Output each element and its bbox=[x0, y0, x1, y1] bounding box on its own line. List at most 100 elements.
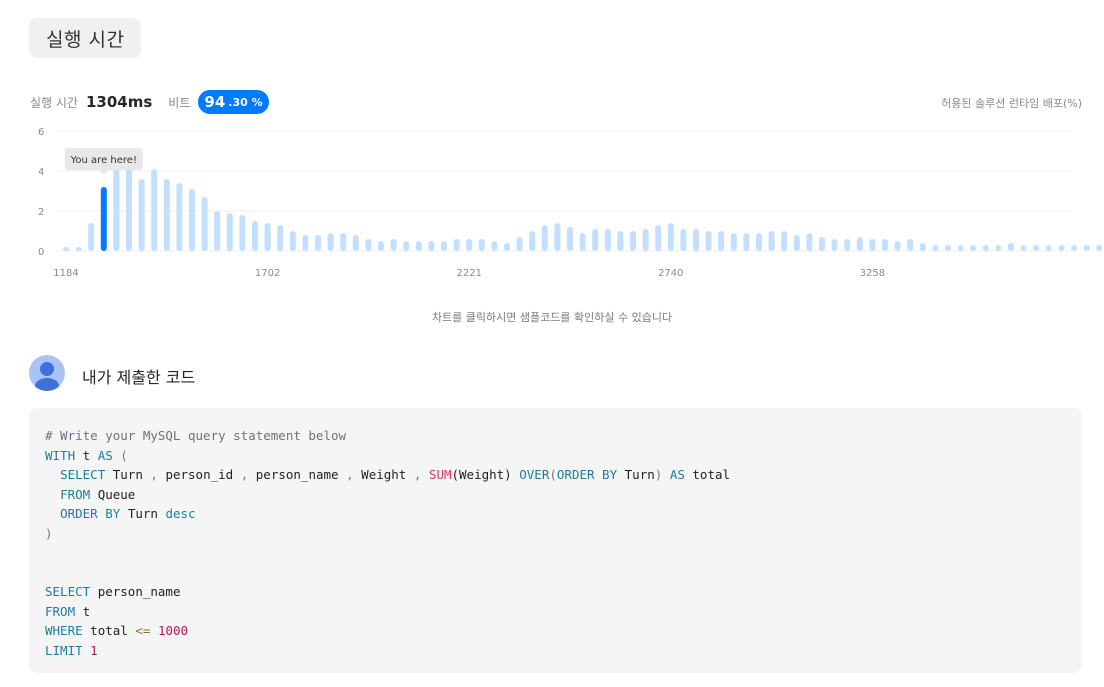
bar[interactable] bbox=[75, 247, 82, 251]
bar[interactable] bbox=[970, 245, 977, 251]
bar[interactable] bbox=[693, 229, 699, 251]
bar[interactable] bbox=[88, 223, 95, 251]
bar[interactable] bbox=[793, 235, 800, 251]
bar[interactable] bbox=[819, 237, 825, 251]
bar[interactable] bbox=[302, 235, 309, 251]
bar[interactable] bbox=[882, 239, 888, 251]
bar[interactable] bbox=[189, 189, 195, 251]
bar[interactable] bbox=[806, 233, 813, 251]
bar[interactable] bbox=[655, 225, 662, 251]
bar[interactable] bbox=[176, 183, 183, 251]
bar[interactable] bbox=[289, 231, 296, 251]
bar[interactable] bbox=[957, 245, 964, 251]
bar[interactable] bbox=[441, 241, 447, 251]
bar[interactable] bbox=[390, 239, 397, 251]
bar[interactable] bbox=[642, 229, 649, 251]
bar[interactable] bbox=[768, 231, 775, 251]
x-tick-label: 2740 bbox=[658, 268, 683, 279]
bar[interactable] bbox=[239, 215, 246, 251]
bar[interactable] bbox=[1008, 243, 1014, 251]
code-block[interactable]: # Write your MySQL query statement below… bbox=[29, 408, 1082, 673]
kw-as: AS bbox=[97, 447, 113, 463]
bar[interactable] bbox=[705, 231, 712, 251]
bar[interactable] bbox=[831, 239, 838, 251]
bar[interactable] bbox=[1020, 245, 1027, 251]
bar[interactable] bbox=[617, 231, 624, 251]
bar[interactable] bbox=[945, 245, 951, 251]
bar[interactable] bbox=[730, 233, 737, 251]
over-col: Turn bbox=[624, 467, 655, 482]
bar[interactable] bbox=[554, 223, 561, 251]
bar[interactable] bbox=[365, 239, 372, 251]
select-col: person_name bbox=[97, 584, 181, 599]
bar[interactable] bbox=[869, 239, 876, 251]
bar[interactable] bbox=[907, 239, 914, 251]
cte-name: t bbox=[82, 447, 91, 463]
bar[interactable] bbox=[327, 233, 334, 251]
bar[interactable] bbox=[1071, 245, 1077, 251]
bar[interactable] bbox=[491, 241, 498, 251]
kw-from: FROM bbox=[45, 603, 76, 619]
bar[interactable] bbox=[529, 231, 536, 251]
bar[interactable] bbox=[844, 239, 851, 251]
bar[interactable] bbox=[428, 241, 435, 251]
bar[interactable] bbox=[579, 233, 586, 251]
bar-current[interactable] bbox=[100, 187, 107, 251]
bar[interactable] bbox=[1083, 245, 1090, 251]
bar[interactable] bbox=[277, 225, 284, 251]
bar[interactable] bbox=[718, 231, 725, 251]
bar[interactable] bbox=[919, 243, 926, 251]
bar[interactable] bbox=[541, 225, 548, 251]
chart-hint: 차트를 클릭하시면 샘플코드를 확인하실 수 있습니다 bbox=[431, 311, 673, 324]
bar[interactable] bbox=[592, 229, 599, 251]
bar[interactable] bbox=[743, 233, 750, 251]
bar[interactable] bbox=[894, 241, 901, 251]
bar[interactable] bbox=[113, 167, 120, 251]
bar[interactable] bbox=[378, 241, 384, 251]
bar[interactable] bbox=[226, 213, 233, 251]
runtime-distribution-chart[interactable]: 0 2 4 6 1184 1702 2221 2740 3258 You are here! bbox=[0, 120, 1104, 285]
bar[interactable] bbox=[340, 233, 347, 251]
paren-close: ) bbox=[45, 525, 53, 541]
bar[interactable] bbox=[138, 179, 145, 251]
bar[interactable] bbox=[315, 235, 321, 251]
bar[interactable] bbox=[504, 243, 510, 251]
y-tick-label: 4 bbox=[38, 167, 44, 178]
bar[interactable] bbox=[932, 245, 939, 251]
bar[interactable] bbox=[163, 179, 170, 251]
y-tick-label: 0 bbox=[38, 247, 44, 258]
runtime-label: 실행 시간 bbox=[30, 95, 78, 110]
bar[interactable] bbox=[604, 229, 611, 251]
bar[interactable] bbox=[1033, 245, 1040, 251]
bar[interactable] bbox=[1045, 245, 1052, 251]
bar[interactable] bbox=[756, 233, 762, 251]
bar[interactable] bbox=[415, 241, 422, 251]
bar[interactable] bbox=[478, 239, 485, 251]
bar[interactable] bbox=[1058, 245, 1065, 251]
bar[interactable] bbox=[516, 237, 523, 251]
bar[interactable] bbox=[567, 227, 573, 251]
bar[interactable] bbox=[680, 229, 687, 251]
bar[interactable] bbox=[982, 245, 989, 251]
bar[interactable] bbox=[995, 245, 1002, 251]
bar[interactable] bbox=[781, 231, 788, 251]
bar[interactable] bbox=[201, 197, 208, 251]
bar[interactable] bbox=[214, 211, 221, 251]
bar[interactable] bbox=[352, 235, 359, 251]
bar[interactable] bbox=[126, 167, 132, 251]
bar[interactable] bbox=[1096, 245, 1103, 251]
bar[interactable] bbox=[403, 241, 410, 251]
bar[interactable] bbox=[466, 239, 473, 251]
bar[interactable] bbox=[252, 221, 258, 251]
bar[interactable] bbox=[151, 169, 158, 251]
kw-select: SELECT bbox=[45, 584, 91, 599]
kw-as: AS bbox=[669, 467, 685, 482]
tab-runtime[interactable]: 실행 시간 bbox=[29, 18, 142, 58]
bar[interactable] bbox=[63, 247, 69, 251]
bar[interactable] bbox=[630, 231, 636, 251]
submission-title: 내가 제출한 코드 bbox=[82, 368, 196, 387]
bar[interactable] bbox=[856, 237, 863, 251]
bar[interactable] bbox=[667, 223, 674, 251]
bar[interactable] bbox=[453, 239, 460, 251]
bar[interactable] bbox=[264, 223, 271, 251]
